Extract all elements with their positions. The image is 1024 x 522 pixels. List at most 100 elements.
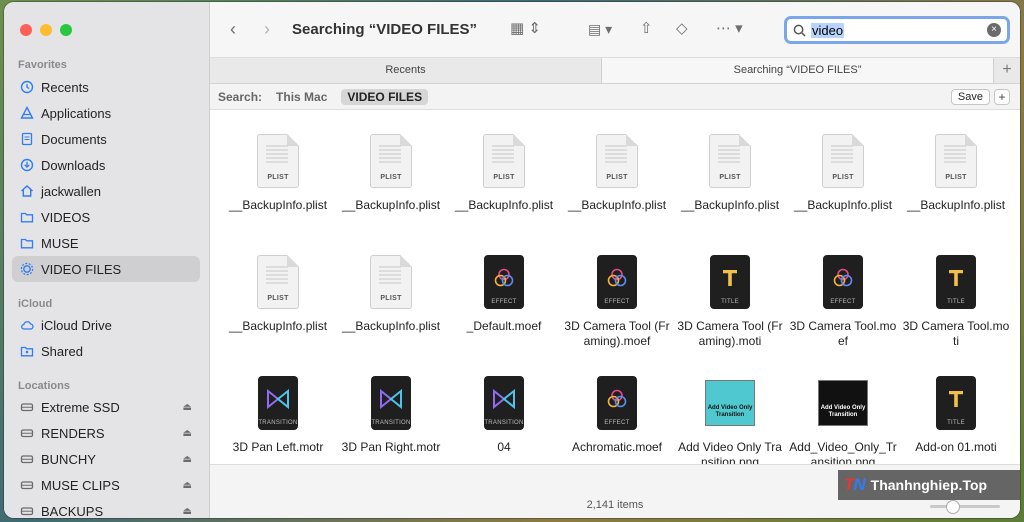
file-item[interactable]: PLIST __BackupInfo.plist: [900, 134, 1012, 213]
file-type-tag: PLIST: [719, 174, 741, 181]
file-type-tag: EFFECT: [604, 299, 630, 305]
search-input[interactable]: video: [811, 22, 845, 38]
sidebar-item-backups[interactable]: BACKUPS ⏏: [12, 498, 200, 518]
group-icon[interactable]: ▤ ▾: [588, 18, 612, 40]
tag-icon[interactable]: ◇: [676, 18, 688, 40]
folder-icon: [20, 210, 34, 224]
plist-file-icon: PLIST: [595, 134, 639, 190]
eject-icon[interactable]: ⏏: [183, 402, 192, 413]
file-item[interactable]: EFFECT 3D Camera Tool (Framing).moef: [561, 255, 673, 349]
plist-file-icon: PLIST: [256, 134, 300, 190]
more-actions-icon[interactable]: ⋯ ▾: [716, 18, 743, 40]
file-type-tag: PLIST: [945, 174, 967, 181]
forward-chevron-icon[interactable]: ›: [264, 18, 270, 40]
sidebar-item-muse-clips[interactable]: MUSE CLIPS ⏏: [12, 472, 200, 498]
file-item[interactable]: PLIST __BackupInfo.plist: [335, 255, 447, 334]
icloud-heading: iCloud: [18, 298, 53, 310]
eject-icon[interactable]: ⏏: [183, 506, 192, 517]
file-type-tag: TRANSITION: [371, 420, 411, 426]
effect-file-icon: EFFECT: [595, 255, 639, 311]
file-item[interactable]: PLIST __BackupInfo.plist: [222, 255, 334, 334]
sidebar-item-label: VIDEOS: [41, 209, 91, 225]
file-type-tag: TRANSITION: [484, 420, 524, 426]
save-search-button[interactable]: Save: [950, 89, 990, 105]
minimize-window-button[interactable]: [40, 24, 52, 36]
disk-icon: [20, 452, 34, 466]
sidebar-item-downloads[interactable]: Downloads: [12, 152, 200, 178]
sidebar-item-extreme-ssd[interactable]: Extreme SSD ⏏: [12, 394, 200, 420]
sidebar-item-renders[interactable]: RENDERS ⏏: [12, 420, 200, 446]
sidebar-item-muse[interactable]: MUSE: [12, 230, 200, 256]
share-icon[interactable]: ⇧: [640, 18, 653, 40]
sidebar-item-shared[interactable]: Shared: [12, 338, 200, 364]
close-window-button[interactable]: [20, 24, 32, 36]
eject-icon[interactable]: ⏏: [183, 428, 192, 439]
new-tab-plus-icon[interactable]: +: [994, 58, 1020, 83]
folder-icon: [20, 236, 34, 250]
tab-recents[interactable]: Recents: [210, 58, 602, 83]
sidebar-item-label: MUSE: [41, 235, 79, 251]
file-item[interactable]: TRANSITION 04: [448, 376, 560, 455]
add-criteria-button[interactable]: +: [994, 89, 1010, 105]
file-item[interactable]: EFFECT 3D Camera Tool.moef: [787, 255, 899, 349]
sidebar-item-label: iCloud Drive: [41, 317, 112, 333]
file-type-tag: PLIST: [832, 174, 854, 181]
file-item[interactable]: PLIST __BackupInfo.plist: [561, 134, 673, 213]
sidebar-item-recents[interactable]: Recents: [12, 74, 200, 100]
icon-size-slider[interactable]: [930, 500, 1000, 514]
file-grid: PLIST __BackupInfo.plist PLIST __BackupInfo…: [210, 110, 1020, 464]
sidebar-item-video-files[interactable]: VIDEO FILES: [12, 256, 200, 282]
eject-icon[interactable]: ⏏: [183, 480, 192, 491]
file-item[interactable]: TITLE 3D Camera Tool.moti: [900, 255, 1012, 349]
sidebar-item-label: Documents: [41, 131, 107, 147]
file-item[interactable]: PLIST __BackupInfo.plist: [674, 134, 786, 213]
sidebar-item-label: Applications: [41, 105, 112, 121]
disk-icon: [20, 400, 34, 414]
file-name: __BackupInfo.plist: [680, 198, 780, 212]
clear-search-icon[interactable]: ×: [987, 23, 1001, 37]
file-item[interactable]: TRANSITION 3D Pan Left.motr: [222, 376, 334, 455]
search-field[interactable]: video ×: [784, 16, 1010, 44]
sidebar-item-label: VIDEO FILES: [41, 261, 122, 277]
sidebar-item-bunchy[interactable]: BUNCHY ⏏: [12, 446, 200, 472]
eject-icon[interactable]: ⏏: [183, 454, 192, 465]
sidebar-item-documents[interactable]: Documents: [12, 126, 200, 152]
plist-file-icon: PLIST: [482, 134, 526, 190]
zoom-window-button[interactable]: [60, 24, 72, 36]
back-chevron-icon[interactable]: ‹: [230, 18, 236, 40]
file-item[interactable]: Add Video Only Transition Add Video Only …: [674, 376, 786, 464]
file-name: Achromatic.moef: [571, 440, 663, 454]
image-dark-file-icon: Add Video Only Transition: [818, 376, 868, 432]
file-item[interactable]: EFFECT Achromatic.moef: [561, 376, 673, 455]
tab-search[interactable]: Searching “VIDEO FILES”: [602, 58, 994, 83]
file-name: Add_Video_Only_Transition.png: [789, 440, 897, 464]
sidebar-item-jackwallen[interactable]: jackwallen: [12, 178, 200, 204]
file-item[interactable]: PLIST __BackupInfo.plist: [335, 134, 447, 213]
image-preview: Add Video Only Transition: [818, 380, 868, 426]
transition-file-icon: TRANSITION: [482, 376, 526, 432]
title-file-icon: TITLE: [708, 255, 752, 311]
file-item[interactable]: TRANSITION 3D Pan Right.motr: [335, 376, 447, 455]
file-item[interactable]: PLIST __BackupInfo.plist: [222, 134, 334, 213]
file-item[interactable]: Add Video Only Transition Add_Video_Only_…: [787, 376, 899, 464]
sidebar-item-icloud-drive[interactable]: iCloud Drive: [12, 312, 200, 338]
sidebar-item-videos[interactable]: VIDEOS: [12, 204, 200, 230]
file-item[interactable]: TITLE 3D Camera Tool (Framing).moti: [674, 255, 786, 349]
watermark-logo: TN: [844, 475, 866, 494]
download-icon: [20, 158, 34, 172]
file-item[interactable]: EFFECT _Default.moef: [448, 255, 560, 334]
file-item[interactable]: TITLE Add-on 01.moti: [900, 376, 1012, 455]
file-item[interactable]: PLIST __BackupInfo.plist: [787, 134, 899, 213]
file-item[interactable]: PLIST __BackupInfo.plist: [448, 134, 560, 213]
file-type-tag: EFFECT: [491, 299, 517, 305]
sidebar-item-applications[interactable]: Applications: [12, 100, 200, 126]
file-name: 3D Camera Tool (Framing).moef: [564, 319, 670, 348]
plist-file-icon: PLIST: [256, 255, 300, 311]
scope-video-files[interactable]: VIDEO FILES: [341, 88, 429, 105]
plist-file-icon: PLIST: [934, 134, 978, 190]
sidebar: Favorites Recents Applications Documents Do…: [4, 2, 210, 518]
search-scope-bar: Search: This Mac VIDEO FILES Save +: [210, 84, 1020, 110]
view-grid-icon[interactable]: ▦ ⇕: [510, 18, 541, 40]
file-type-tag: TITLE: [947, 420, 965, 426]
scope-this-mac[interactable]: This Mac: [270, 89, 333, 105]
